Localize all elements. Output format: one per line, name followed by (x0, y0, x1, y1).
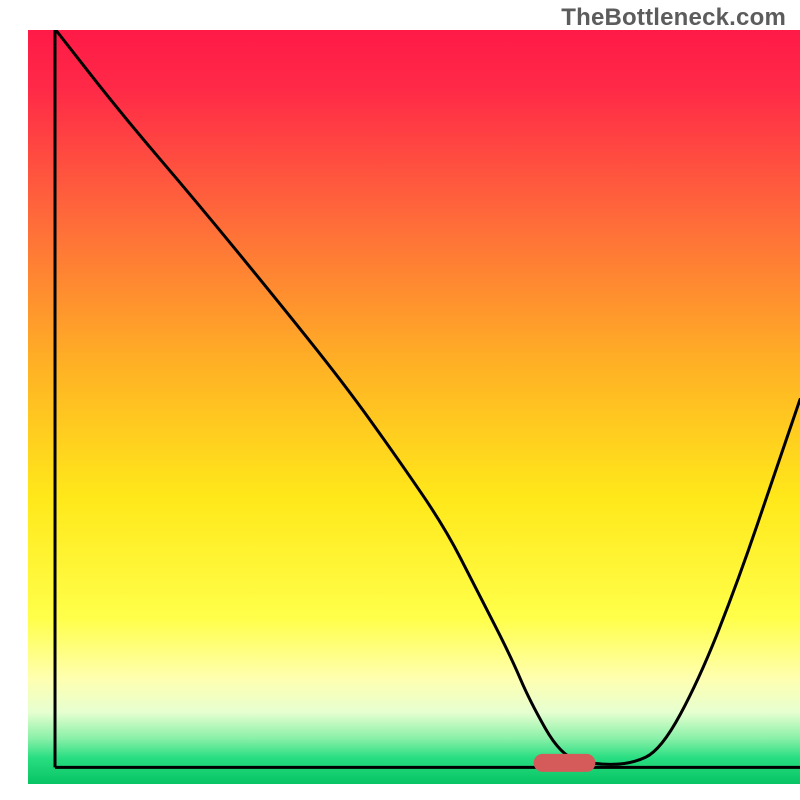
watermark-label: TheBottleneck.com (561, 4, 786, 32)
gradient-bg (28, 30, 800, 784)
bottleneck-chart: TheBottleneck.com (0, 0, 800, 800)
optimum-marker (534, 754, 596, 772)
chart-svg (0, 0, 800, 800)
